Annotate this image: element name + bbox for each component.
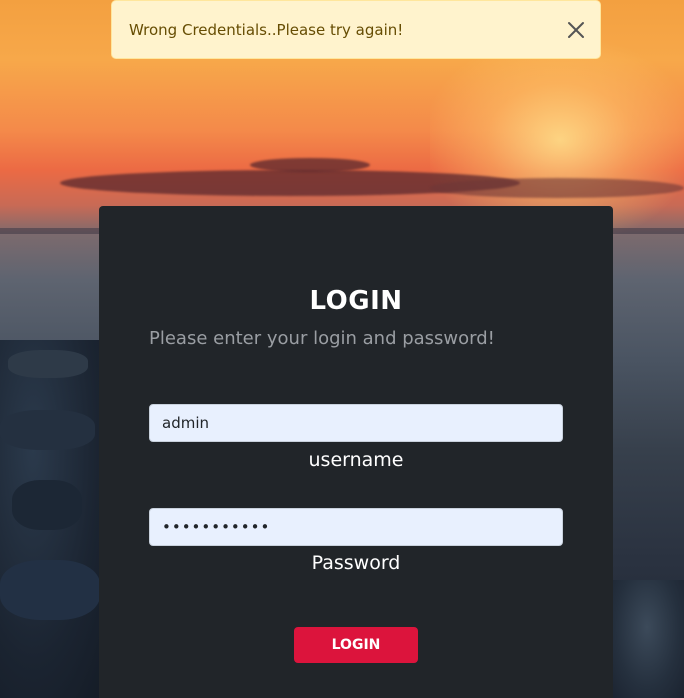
- rock: [0, 410, 95, 450]
- rocks: [0, 340, 110, 698]
- cloud: [250, 158, 370, 172]
- alert-message: Wrong Credentials..Please try again!: [129, 20, 404, 39]
- rock: [12, 480, 82, 530]
- password-label: Password: [311, 552, 401, 574]
- password-input[interactable]: [149, 508, 563, 546]
- rock: [0, 560, 100, 620]
- error-alert: Wrong Credentials..Please try again!: [111, 0, 601, 59]
- close-icon[interactable]: [566, 20, 586, 40]
- rock: [8, 350, 88, 378]
- login-subtitle: Please enter your login and password!: [149, 328, 495, 349]
- login-card: LOGIN Please enter your login and passwo…: [99, 206, 613, 698]
- username-label: username: [308, 449, 404, 471]
- cloud: [430, 178, 684, 198]
- login-button[interactable]: LOGIN: [294, 627, 418, 663]
- login-title: LOGIN: [309, 286, 403, 316]
- username-input[interactable]: [149, 404, 563, 442]
- rocks: [610, 580, 684, 698]
